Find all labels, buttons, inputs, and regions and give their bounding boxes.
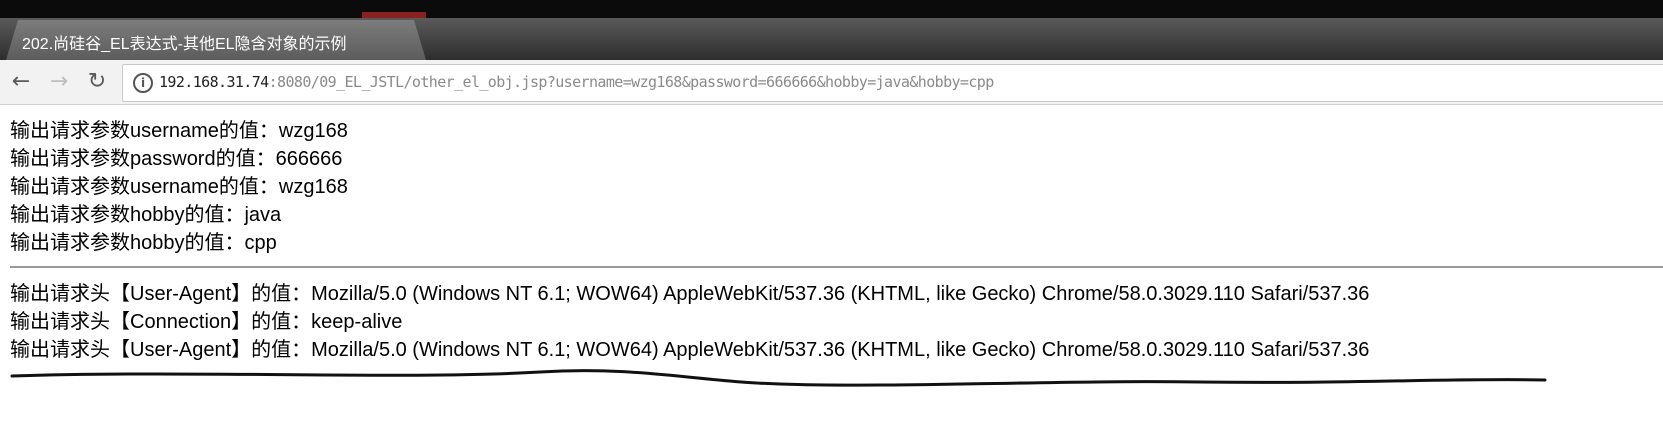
param-line: 输出请求参数password的值：666666 bbox=[10, 148, 343, 170]
param-line: 输出请求参数hobby的值：java bbox=[10, 204, 282, 226]
address-bar[interactable]: i 192.168.31.74:8080/09_EL_JSTL/other_el… bbox=[122, 64, 1663, 102]
arrow-left-icon: ← bbox=[11, 69, 31, 94]
info-icon[interactable]: i bbox=[133, 73, 153, 93]
header-line: 输出请求头【Connection】的值：keep-alive bbox=[10, 311, 403, 333]
request-headers-list: 输出请求头【User-Agent】的值：Mozilla/5.0 (Windows… bbox=[10, 280, 1655, 364]
forward-button[interactable]: → bbox=[46, 69, 72, 95]
pen-underline-annotation bbox=[10, 369, 1547, 387]
header-line: 输出请求头【User-Agent】的值：Mozilla/5.0 (Windows… bbox=[10, 283, 1370, 305]
url-path: :8080/09_EL_JSTL/other_el_obj.jsp?userna… bbox=[268, 73, 995, 91]
param-line: 输出请求参数hobby的值：cpp bbox=[10, 232, 277, 254]
param-line: 输出请求参数username的值：wzg168 bbox=[10, 120, 348, 142]
os-top-bar bbox=[0, 0, 1663, 18]
reload-button[interactable]: ↻ bbox=[84, 69, 110, 95]
reload-icon: ↻ bbox=[87, 69, 107, 94]
tab-strip: 202.尚硅谷_EL表达式-其他EL隐含对象的示例 bbox=[0, 18, 1663, 60]
divider bbox=[10, 266, 1663, 268]
request-params-list: 输出请求参数username的值：wzg168 输出请求参数password的值… bbox=[10, 117, 1655, 257]
back-button[interactable]: ← bbox=[8, 69, 34, 95]
url-text[interactable]: 192.168.31.74:8080/09_EL_JSTL/other_el_o… bbox=[159, 73, 994, 91]
url-host: 192.168.31.74 bbox=[159, 73, 269, 91]
tab-title[interactable]: 202.尚硅谷_EL表达式-其他EL隐含对象的示例 bbox=[22, 30, 347, 54]
param-line: 输出请求参数username的值：wzg168 bbox=[10, 176, 348, 198]
arrow-right-icon: → bbox=[49, 69, 69, 94]
browser-toolbar: ← → ↻ i 192.168.31.74:8080/09_EL_JSTL/ot… bbox=[0, 60, 1663, 105]
